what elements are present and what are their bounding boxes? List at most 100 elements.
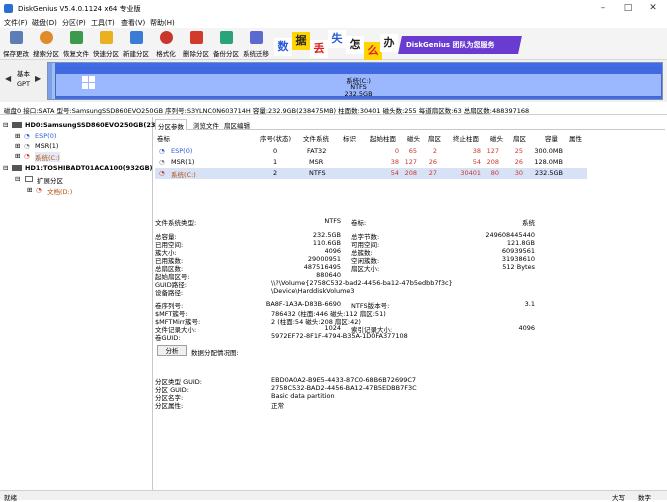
tree-expander[interactable]: ⊞ <box>27 186 32 194</box>
col-header[interactable]: 序号(状态) <box>260 133 291 143</box>
tab-partition-params[interactable]: 分区参数 <box>155 119 187 131</box>
close-button[interactable]: ✕ <box>646 2 660 14</box>
tree-part-esp[interactable]: ESP(0) <box>35 132 56 140</box>
cell-start-sector: 2 <box>432 147 437 155</box>
tree-expander[interactable]: ⊞ <box>15 142 20 150</box>
backup-partition-label: 备份分区 <box>213 50 239 58</box>
cell-index: 1 <box>273 158 278 166</box>
tab-bar: 分区参数 浏览文件 扇区编辑 <box>155 119 665 131</box>
prev-disk-arrow[interactable]: ◀ <box>5 74 11 83</box>
p-attr-value: 正常 <box>271 402 284 410</box>
total-bytes-value: 249608445440 <box>485 231 535 239</box>
col-header[interactable]: 扇区 <box>428 133 441 143</box>
tree-expander[interactable]: ⊞ <box>15 152 20 160</box>
tree-expander[interactable]: ⊟ <box>15 175 20 183</box>
tree-expander[interactable]: ⊟ <box>3 164 8 172</box>
serial-value: BA8F-1A3A-D83B-6690 <box>265 300 341 308</box>
delete-partition-button[interactable]: 删除分区 <box>183 30 209 58</box>
tree-part-msr[interactable]: MSR(1) <box>35 142 58 150</box>
total-clusters-value: 60939561 <box>501 247 535 255</box>
partition-icon: ◔ <box>36 186 42 194</box>
tree-expander[interactable]: ⊞ <box>15 132 20 140</box>
tree-part-docs[interactable]: 文档(D:) <box>47 186 72 196</box>
banner-char: 据 <box>292 32 310 50</box>
col-header[interactable]: 属性 <box>569 133 582 143</box>
menu-file[interactable]: 文件(F) <box>4 18 28 28</box>
analyze-button[interactable]: 分析 <box>157 345 187 356</box>
new-partition-button[interactable]: 新建分区 <box>123 30 149 58</box>
disk-tree-panel: ⊟ HD0:SamsungSSD860EVO250GB(233 ⊞ ◔ ESP(… <box>0 117 160 490</box>
disk-info-line: 磁盘0 接口:SATA 型号:SamsungSSD860EVO250GB 序列号… <box>0 103 667 115</box>
sectors-value: 487516495 <box>303 263 341 271</box>
banner-slogan: DiskGenius 团队为您服务 <box>406 41 495 49</box>
maximize-button[interactable]: □ <box>621 2 635 14</box>
tree-disk1[interactable]: HD1:TOSHIBADT01ACA100(932GB) <box>25 164 153 172</box>
sector-size-label: 扇区大小: <box>351 265 380 273</box>
col-header[interactable]: 磁头 <box>490 133 503 143</box>
partition-icon: ◔ <box>159 147 165 155</box>
promo-banner[interactable]: 数 据 丢 失 怎 么 办 DiskGenius 团队为您服务 <box>272 30 524 60</box>
col-header[interactable]: 磁头 <box>407 133 420 143</box>
status-text: 就绪 <box>4 494 17 502</box>
menu-tools[interactable]: 工具(T) <box>91 18 115 28</box>
save-button[interactable]: 保存更改 <box>3 30 29 58</box>
search-partition-label: 搜索分区 <box>33 50 59 58</box>
tab-browse-files[interactable]: 浏览文件 <box>191 119 221 130</box>
cell-end-cyl: 38 <box>472 147 481 155</box>
next-disk-arrow[interactable]: ▶ <box>35 74 41 83</box>
quick-partition-icon <box>100 31 113 44</box>
partition-icon: ◔ <box>159 169 165 177</box>
system-migrate-button[interactable]: 系统迁移 <box>243 30 269 58</box>
recover-file-button[interactable]: 恢复文件 <box>63 30 89 58</box>
cell-end-sector: 25 <box>514 147 523 155</box>
col-header[interactable]: 卷标 <box>157 133 170 143</box>
format-button[interactable]: 格式化 <box>153 30 179 58</box>
menu-help[interactable]: 帮助(H) <box>150 18 175 28</box>
backup-partition-icon <box>220 31 233 44</box>
col-header[interactable]: 扇区 <box>513 133 526 143</box>
partition-table: 卷标 序号(状态) 文件系统 标识 起始柱面 磁头 扇区 终止柱面 磁头 扇区 … <box>155 131 665 211</box>
vol-label-value: 系统 <box>522 219 535 227</box>
caps-indicator: 大写 <box>612 494 625 502</box>
col-header[interactable]: 文件系统 <box>303 133 329 143</box>
cell-start-sector: 27 <box>428 169 437 177</box>
cell-end-head: 127 <box>486 147 499 155</box>
total-value: 232.5GB <box>312 231 341 239</box>
col-header[interactable]: 容量 <box>545 133 558 143</box>
quick-partition-label: 快速分区 <box>93 50 119 58</box>
tree-extended[interactable]: 扩展分区 <box>37 175 63 185</box>
menu-view[interactable]: 查看(V) <box>121 18 145 28</box>
recover-file-icon <box>70 31 83 44</box>
tree-part-system[interactable]: 系统(C:) <box>35 152 60 162</box>
minimize-button[interactable]: – <box>596 2 610 14</box>
cell-end-sector: 30 <box>514 169 523 177</box>
tree-disk0[interactable]: HD0:SamsungSSD860EVO250GB(233 <box>25 121 160 129</box>
cell-end-head: 80 <box>490 169 499 177</box>
new-partition-icon <box>130 31 143 44</box>
system-partition-segment[interactable]: 系统(C:) NTFS 232.5GB <box>55 67 662 98</box>
menu-partition[interactable]: 分区(P) <box>62 18 86 28</box>
search-partition-button[interactable]: 搜索分区 <box>33 30 59 58</box>
disk-partition-graphic[interactable]: 系统(C:) NTFS 232.5GB <box>47 62 663 100</box>
col-header[interactable]: 起始柱面 <box>370 133 396 143</box>
p-attr-label: 分区属性: <box>155 402 184 410</box>
partition-icon: ◔ <box>24 132 30 140</box>
col-header[interactable]: 终止柱面 <box>453 133 479 143</box>
device-path-label: 设备路径: <box>155 289 184 297</box>
cell-fs: NTFS <box>309 169 326 177</box>
backup-partition-button[interactable]: 备份分区 <box>213 30 239 58</box>
p-guid-value: 2758C532-BAD2-4456-BA12-47B5EDBB7F3C <box>271 384 417 392</box>
table-row[interactable]: ◔ ESP(0) 0 FAT32 0 65 2 38 127 25 300.0M… <box>155 146 587 157</box>
quick-partition-button[interactable]: 快速分区 <box>93 30 119 58</box>
ntfs-ver-value: 3.1 <box>524 300 535 308</box>
status-bar: 就绪 大写 数字 <box>0 490 667 502</box>
col-header[interactable]: 标识 <box>343 133 356 143</box>
cell-label: ESP(0) <box>171 147 193 155</box>
save-icon <box>10 31 23 44</box>
tab-sector-edit[interactable]: 扇区编辑 <box>222 119 252 130</box>
menu-disk[interactable]: 磁盘(D) <box>32 18 57 28</box>
tree-expander[interactable]: ⊟ <box>3 121 8 129</box>
table-row-selected[interactable]: ◔ 系统(C:) 2 NTFS 54 208 27 30401 80 30 23… <box>155 168 587 179</box>
used-clusters-value: 29000951 <box>307 255 341 263</box>
table-row[interactable]: ◔ MSR(1) 1 MSR 38 127 26 54 208 26 128.0… <box>155 157 587 168</box>
